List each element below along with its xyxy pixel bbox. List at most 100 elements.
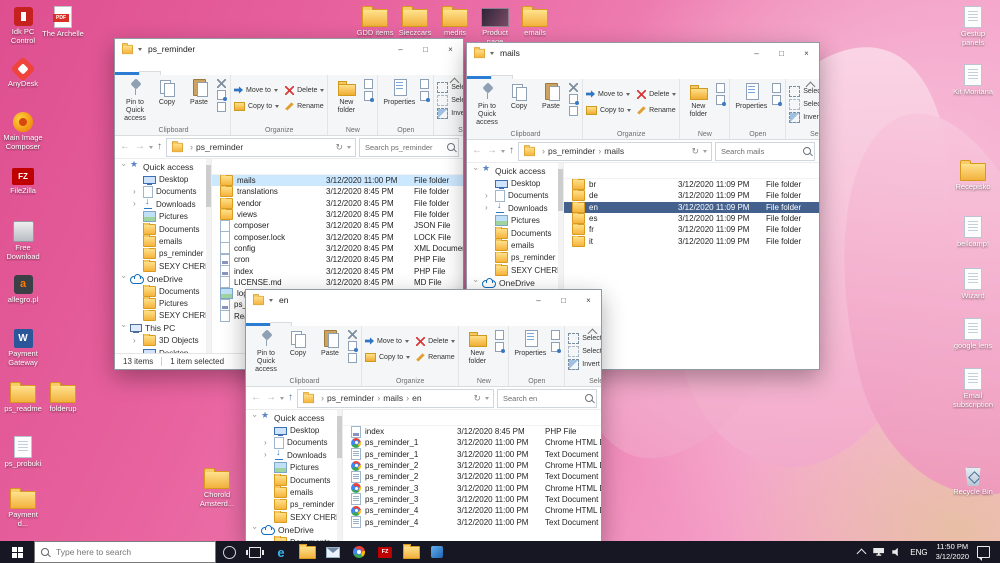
sidebar-item[interactable]: › OneDrive xyxy=(467,277,563,289)
breadcrumb-item[interactable]: › mails xyxy=(595,146,624,156)
breadcrumb-item[interactable]: › ps_reminder xyxy=(187,142,243,152)
taskbar-app-button[interactable] xyxy=(320,541,346,563)
sidebar-item[interactable]: › OneDrive xyxy=(115,273,211,285)
sidebar-item[interactable]: › Downloads xyxy=(115,198,211,210)
open-icon[interactable] xyxy=(420,79,430,89)
file-row[interactable]: config 3/12/2020 8:45 PM XML Document xyxy=(212,242,463,255)
easy-access-icon[interactable] xyxy=(364,91,375,102)
search-box[interactable] xyxy=(359,137,459,157)
file-row[interactable]: fr 3/12/2020 11:09 PM File folder xyxy=(564,224,819,236)
easy-access-icon[interactable] xyxy=(716,95,727,106)
file-row[interactable]: vendor 3/12/2020 8:45 PM File folder xyxy=(212,197,463,209)
expander-chevron-icon[interactable]: › xyxy=(133,200,140,208)
language-indicator[interactable]: ENG xyxy=(910,548,927,557)
expander-chevron-icon[interactable]: › xyxy=(133,336,140,345)
quick-access-toolbar-dropdown-icon[interactable] xyxy=(138,47,142,51)
new-item-icon[interactable] xyxy=(716,83,726,93)
file-row[interactable]: cron 3/12/2020 8:45 PM PHP File xyxy=(212,253,463,266)
sidebar-item[interactable]: ps_reminder xyxy=(467,251,563,264)
delete-button[interactable]: Delete xyxy=(285,82,325,98)
delete-button[interactable]: Delete xyxy=(637,86,677,102)
up-button[interactable]: ↑ xyxy=(287,393,294,403)
desktop-shortcut[interactable]: FileZilla xyxy=(2,164,44,196)
desktop-shortcut[interactable]: Wizard xyxy=(952,266,994,301)
forward-button[interactable]: → xyxy=(486,146,498,156)
taskbar-app-button[interactable] xyxy=(294,541,320,563)
file-row[interactable]: composer 3/12/2020 8:45 PM JSON File xyxy=(212,219,463,232)
address-dropdown-icon[interactable] xyxy=(347,145,351,149)
copy-to-button[interactable]: Copy to xyxy=(365,349,411,365)
sidebar-item[interactable]: emails xyxy=(467,239,563,252)
file-row[interactable]: ps_reminder_2 3/12/2020 11:00 PM Chrome … xyxy=(343,460,601,471)
sidebar-item[interactable]: SEXY CHERRY xyxy=(115,260,211,272)
forward-button[interactable]: → xyxy=(265,393,277,403)
sidebar-item[interactable]: ps_reminder xyxy=(246,498,342,511)
new-folder-button[interactable]: New folder xyxy=(462,328,492,375)
copy-button[interactable]: Copy xyxy=(283,328,313,375)
desktop-shortcut[interactable]: AnyDesk xyxy=(2,56,44,89)
copy-button[interactable]: Copy xyxy=(504,81,534,128)
sidebar-item[interactable]: Pictures xyxy=(115,297,211,309)
taskbar-app-button[interactable] xyxy=(216,541,242,563)
copy-path-icon[interactable] xyxy=(217,90,227,101)
file-row[interactable]: de 3/12/2020 11:09 PM File folder xyxy=(564,190,819,202)
search-input[interactable] xyxy=(719,145,800,157)
expander-chevron-icon[interactable]: › xyxy=(133,187,140,196)
desktop-shortcut[interactable]: Gestup panels xyxy=(952,4,994,47)
desktop-shortcut[interactable]: Sieczcars xyxy=(394,4,436,38)
file-row[interactable]: ps_reminder_1 3/12/2020 11:00 PM Text Do… xyxy=(343,448,601,461)
recent-locations-icon[interactable] xyxy=(280,396,284,400)
copy-path-icon[interactable] xyxy=(348,341,358,352)
sidebar-item[interactable]: › This PC xyxy=(115,322,211,334)
file-row[interactable]: ps_reminder_3 3/12/2020 11:00 PM Chrome … xyxy=(343,482,601,494)
sidebar-item[interactable]: SEXY CHERRY xyxy=(246,511,342,523)
select-all-button[interactable]: Select all xyxy=(789,86,819,97)
expander-chevron-icon[interactable]: › xyxy=(251,526,260,533)
expander-chevron-icon[interactable]: › xyxy=(472,279,481,286)
expander-chevron-icon[interactable]: › xyxy=(251,415,260,422)
cut-icon[interactable] xyxy=(569,83,578,92)
desktop-shortcut[interactable]: folderup xyxy=(42,380,84,414)
sidebar-item[interactable]: Documents xyxy=(467,226,563,239)
taskbar-app-button[interactable] xyxy=(398,541,424,563)
recent-locations-icon[interactable] xyxy=(149,145,153,149)
desktop-shortcut[interactable]: Payment Gateway xyxy=(2,326,44,367)
file-row[interactable]: views 3/12/2020 8:45 PM File folder xyxy=(212,209,463,221)
sidebar-item[interactable]: Desktop xyxy=(115,347,211,353)
pin-to-quick-access-button[interactable]: Pin to Quick access xyxy=(251,328,281,375)
sidebar-item[interactable]: › Quick access xyxy=(115,161,211,173)
up-button[interactable]: ↑ xyxy=(156,142,163,152)
file-row[interactable]: br 3/12/2020 11:09 PM File folder xyxy=(564,179,819,191)
copy-to-button[interactable]: Copy to xyxy=(586,102,632,118)
pin-to-quick-access-button[interactable]: Pin to Quick access xyxy=(472,81,502,128)
sidebar-item[interactable]: › 3D Objects xyxy=(115,334,211,347)
desktop-shortcut[interactable]: ps_readme xyxy=(2,380,44,414)
desktop-shortcut[interactable]: google lens xyxy=(952,316,994,351)
start-button[interactable] xyxy=(0,541,34,563)
delete-button[interactable]: Delete xyxy=(416,333,456,349)
sidebar-item[interactable]: Pictures xyxy=(115,211,211,223)
volume-icon[interactable] xyxy=(892,547,898,557)
sidebar-item[interactable]: › Documents xyxy=(467,189,563,202)
rename-button[interactable]: Rename xyxy=(416,349,455,365)
easy-access-icon[interactable] xyxy=(495,342,506,353)
sidebar-item[interactable]: SEXY CHERRY xyxy=(115,309,211,322)
sidebar-item[interactable]: emails xyxy=(246,486,342,499)
minimize-button[interactable]: – xyxy=(526,290,551,310)
expander-chevron-icon[interactable]: › xyxy=(120,275,129,282)
properties-button[interactable]: Properties xyxy=(381,77,417,124)
invert-selection-button[interactable]: Invert selection xyxy=(568,359,601,370)
file-row[interactable]: es 3/12/2020 11:09 PM File folder xyxy=(564,213,819,225)
taskbar-app-button[interactable] xyxy=(268,541,294,563)
sidebar-item[interactable]: Desktop xyxy=(115,173,211,185)
file-row[interactable]: index 3/12/2020 8:45 PM PHP File xyxy=(343,426,601,438)
refresh-icon[interactable]: ↻ xyxy=(335,142,343,153)
quick-access-toolbar-dropdown-icon[interactable] xyxy=(269,298,273,302)
minimize-button[interactable]: – xyxy=(388,39,413,59)
hidden-icons-chevron-icon[interactable] xyxy=(856,548,867,558)
sidebar-item[interactable]: Pictures xyxy=(246,462,342,474)
title-bar[interactable]: en – □ × xyxy=(246,290,601,310)
back-button[interactable]: ← xyxy=(250,393,262,403)
forward-button[interactable]: → xyxy=(134,142,146,152)
move-to-button[interactable]: Move to xyxy=(586,86,631,102)
